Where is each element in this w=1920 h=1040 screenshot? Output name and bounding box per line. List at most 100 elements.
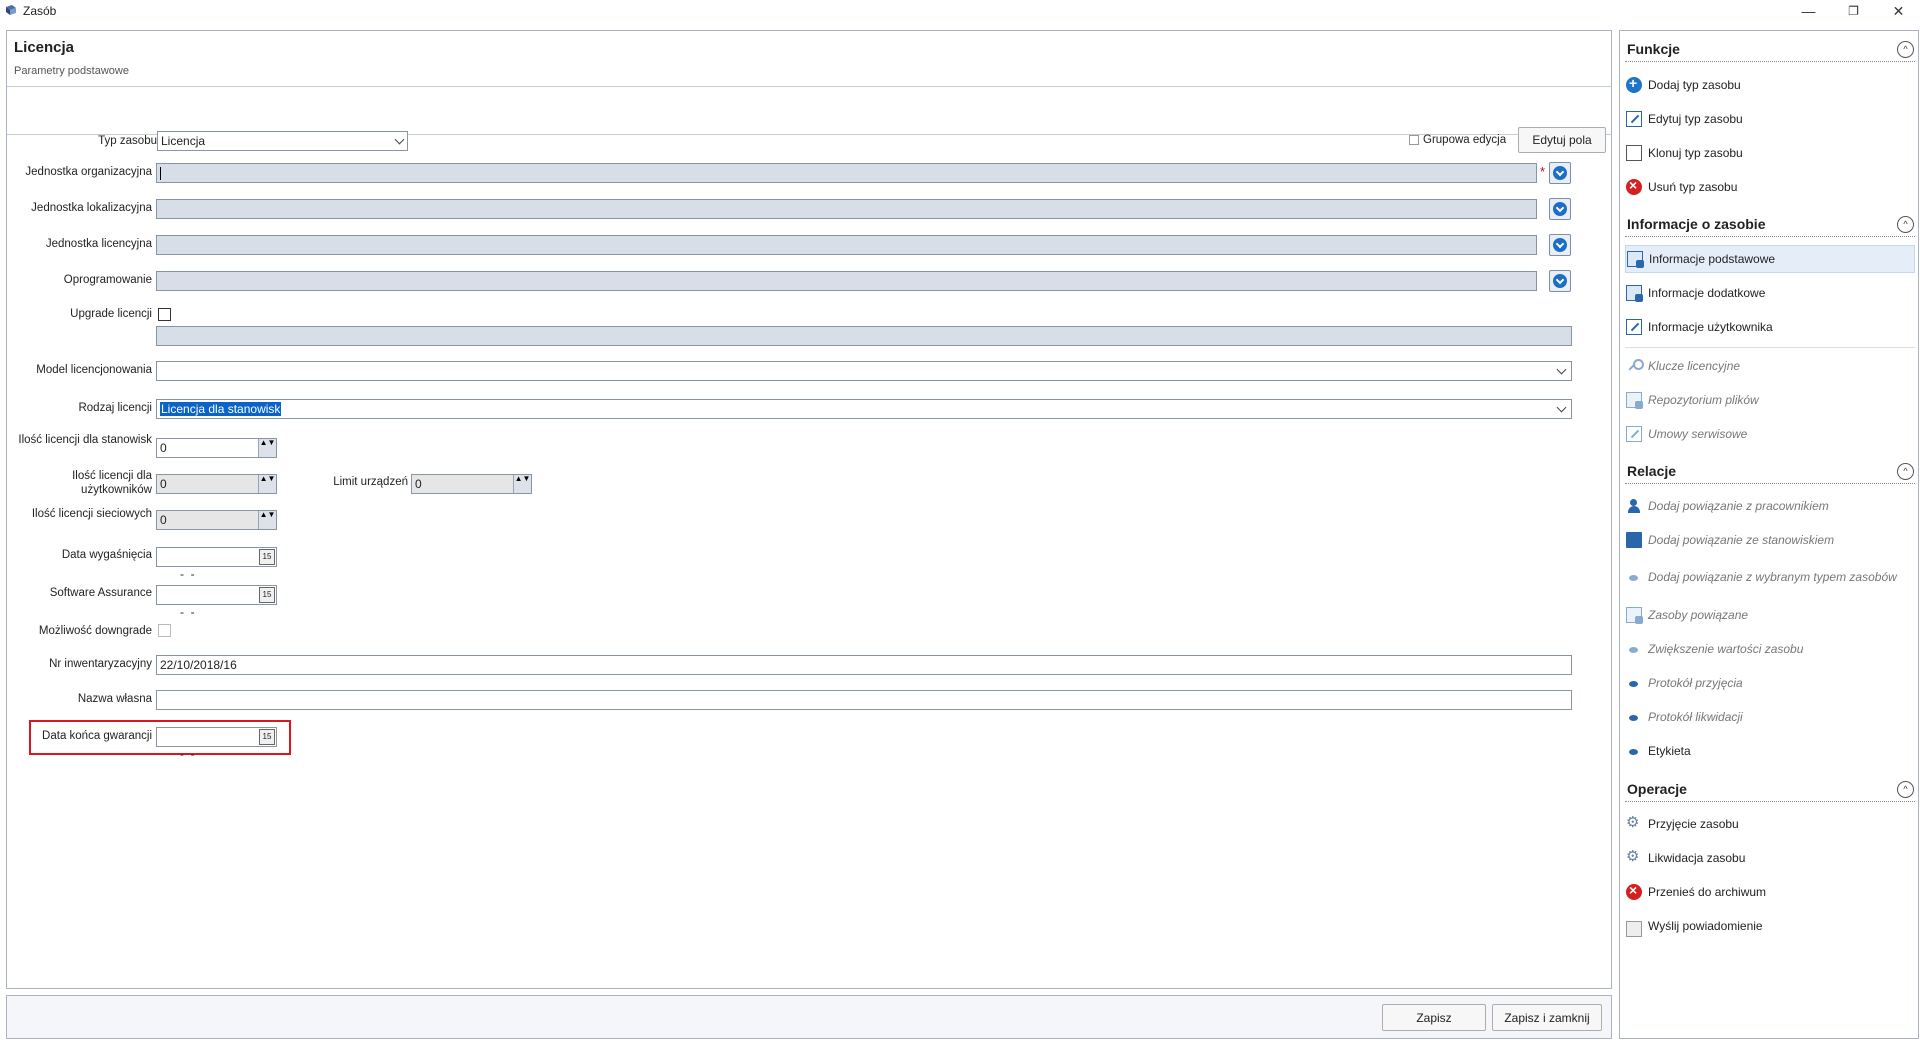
ilosc-siec-label: Ilość licencji sieciowych <box>31 508 152 520</box>
collapse-info-icon[interactable]: ^ <box>1897 216 1914 233</box>
nr-inw-field[interactable]: 22/10/2018/16 <box>156 655 1572 675</box>
jedn-lok-select-button[interactable] <box>1549 198 1571 220</box>
sidebar-item-etykieta[interactable]: Etykieta <box>1625 737 1915 765</box>
calendar-icon[interactable]: 15 <box>259 549 275 565</box>
jedn-lic-field[interactable] <box>156 235 1537 255</box>
divider <box>1625 236 1915 237</box>
upgrade-field[interactable] <box>156 326 1572 346</box>
spinner-icon[interactable]: ▲▼ <box>258 511 276 529</box>
sidebar-item-zwiekszenie[interactable]: Zwiększenie wartości zasobu <box>1625 635 1915 663</box>
jedn-lok-field[interactable] <box>156 199 1537 219</box>
form-icon <box>1627 251 1644 268</box>
type-select[interactable]: Licencja <box>157 131 408 151</box>
rodzaj-label: Rodzaj licencji <box>78 402 152 414</box>
sidebar-item-przyjecie[interactable]: Przyjęcie zasobu <box>1625 810 1915 838</box>
sidebar-item-likwidacja[interactable]: Likwidacja zasobu <box>1625 844 1915 872</box>
section-funkcje: Funkcje <box>1627 41 1680 57</box>
link-icon <box>1626 569 1642 585</box>
sidebar-item-label: Dodaj powiązanie z wybranym typem zasobó… <box>1648 570 1897 584</box>
model-select[interactable] <box>156 361 1572 381</box>
chevron-down-icon <box>394 134 405 145</box>
oprogramowanie-field[interactable] <box>156 271 1537 291</box>
limit-value: 0 <box>415 477 422 491</box>
sidebar-item-label: Klonuj typ zasobu <box>1648 146 1743 160</box>
group-edit-checkbox[interactable] <box>1409 135 1419 145</box>
chevron-down-icon <box>1556 402 1567 413</box>
sidebar-item-powiazanie-stanowisko[interactable]: Dodaj powiązanie ze stanowiskiem <box>1625 526 1915 554</box>
sidebar-item-klonuj-typ[interactable]: Klonuj typ zasobu <box>1625 139 1915 167</box>
spinner-icon[interactable]: ▲▼ <box>258 475 276 493</box>
collapse-funkcje-icon[interactable]: ^ <box>1897 41 1914 58</box>
sidebar-item-powiazanie-pracownik[interactable]: Dodaj powiązanie z pracownikiem <box>1625 492 1915 520</box>
sidebar-item-zasoby-powiazane[interactable]: Zasoby powiązane <box>1625 601 1915 629</box>
sidebar-item-umowy[interactable]: Umowy serwisowe <box>1625 420 1915 448</box>
document-icon <box>1626 675 1642 691</box>
sidebar-item-label: Dodaj powiązanie z pracownikiem <box>1648 499 1829 513</box>
sidebar-item-powiazanie-typ[interactable]: Dodaj powiązanie z wybranym typem zasobó… <box>1625 563 1915 591</box>
sidebar-item-label: Umowy serwisowe <box>1648 427 1748 441</box>
sidebar-item-info-dod[interactable]: Informacje dodatkowe <box>1625 279 1915 307</box>
sa-value: - - <box>173 605 195 619</box>
sidebar-item-powiadomienie[interactable]: Wyślij powiadomienie <box>1625 912 1915 940</box>
label-icon <box>1626 743 1642 759</box>
section-operacje: Operacje <box>1627 781 1687 797</box>
sidebar-item-klucze[interactable]: Klucze licencyjne <box>1625 352 1915 380</box>
contract-icon <box>1626 426 1642 442</box>
jedn-org-label: Jednostka organizacyjna <box>25 166 152 178</box>
edit-fields-button[interactable]: Edytuj pola <box>1518 127 1606 153</box>
jedn-lic-select-button[interactable] <box>1549 234 1571 256</box>
ilosc-stan-field[interactable]: 0 ▲▼ <box>156 438 277 458</box>
gwarancja-field[interactable]: - - 15 <box>156 727 277 761</box>
sidebar-item-dodaj-typ[interactable]: Dodaj typ zasobu <box>1625 71 1915 99</box>
title-bar: Zasób — ❐ ✕ <box>0 0 1920 22</box>
clone-icon <box>1626 145 1642 161</box>
calendar-icon[interactable]: 15 <box>259 729 275 745</box>
minimize-button[interactable]: — <box>1786 0 1831 22</box>
sidebar-item-label: Dodaj typ zasobu <box>1648 78 1741 92</box>
upgrade-checkbox[interactable] <box>158 308 171 321</box>
oprogramowanie-select-button[interactable] <box>1549 270 1571 292</box>
jedn-org-field[interactable] <box>156 163 1537 183</box>
related-icon <box>1626 607 1643 624</box>
collapse-relacje-icon[interactable]: ^ <box>1897 463 1914 480</box>
sidebar-item-label: Repozytorium plików <box>1648 393 1759 407</box>
sidebar-item-label: Zwiększenie wartości zasobu <box>1648 642 1804 656</box>
delete-icon <box>1626 882 1642 900</box>
jedn-org-select-button[interactable] <box>1549 162 1571 184</box>
footer-bar: Zapisz Zapisz i zamknij <box>6 995 1612 1039</box>
restore-button[interactable]: ❐ <box>1831 0 1876 22</box>
ilosc-siec-field[interactable]: 0 ▲▼ <box>156 510 277 530</box>
nazwa-field[interactable] <box>156 690 1572 710</box>
upgrade-label: Upgrade licencji <box>70 308 152 320</box>
close-button[interactable]: ✕ <box>1876 0 1920 22</box>
sidebar-item-usun-typ[interactable]: Usuń typ zasobu <box>1625 173 1915 201</box>
calendar-icon[interactable]: 15 <box>259 587 275 603</box>
user-icon <box>1626 498 1642 514</box>
sidebar-item-label: Likwidacja zasobu <box>1648 851 1746 865</box>
sidebar-item-repozytorium[interactable]: Repozytorium plików <box>1625 386 1915 414</box>
jedn-lic-label: Jednostka licencyjna <box>45 238 152 250</box>
sidebar-item-edytuj-typ[interactable]: Edytuj typ zasobu <box>1625 105 1915 133</box>
data-wyg-field[interactable]: - - 15 <box>156 547 277 581</box>
spinner-icon[interactable]: ▲▼ <box>258 439 276 457</box>
limit-field[interactable]: 0 ▲▼ <box>411 474 532 494</box>
downgrade-label: Możliwość downgrade <box>38 625 152 637</box>
rodzaj-select[interactable]: Licencja dla stanowisk <box>156 399 1572 419</box>
save-close-button[interactable]: Zapisz i zamknij <box>1492 1004 1602 1031</box>
sidebar-item-protokol-przyjecia[interactable]: Protokół przyjęcia <box>1625 669 1915 697</box>
sidebar-item-info-uzyt[interactable]: Informacje użytkownika <box>1625 313 1915 341</box>
downgrade-checkbox[interactable] <box>158 624 171 637</box>
sidebar-item-label: Informacje dodatkowe <box>1648 286 1766 300</box>
ilosc-uzyt-field[interactable]: 0 ▲▼ <box>156 474 277 494</box>
sidebar-item-info-podst[interactable]: Informacje podstawowe <box>1625 245 1915 273</box>
gwarancja-value: - - <box>173 747 195 761</box>
sa-field[interactable]: - - 15 <box>156 585 277 619</box>
sidebar-item-protokol-likwidacji[interactable]: Protokół likwidacji <box>1625 703 1915 731</box>
nr-inw-value: 22/10/2018/16 <box>160 658 237 672</box>
sidebar-item-archiwum[interactable]: Przenieś do archiwum <box>1625 878 1915 906</box>
save-button[interactable]: Zapisz <box>1382 1004 1486 1031</box>
edit-icon <box>1626 319 1642 335</box>
spinner-icon[interactable]: ▲▼ <box>513 475 531 493</box>
collapse-operacje-icon[interactable]: ^ <box>1897 781 1914 798</box>
type-select-value: Licencja <box>161 134 206 148</box>
